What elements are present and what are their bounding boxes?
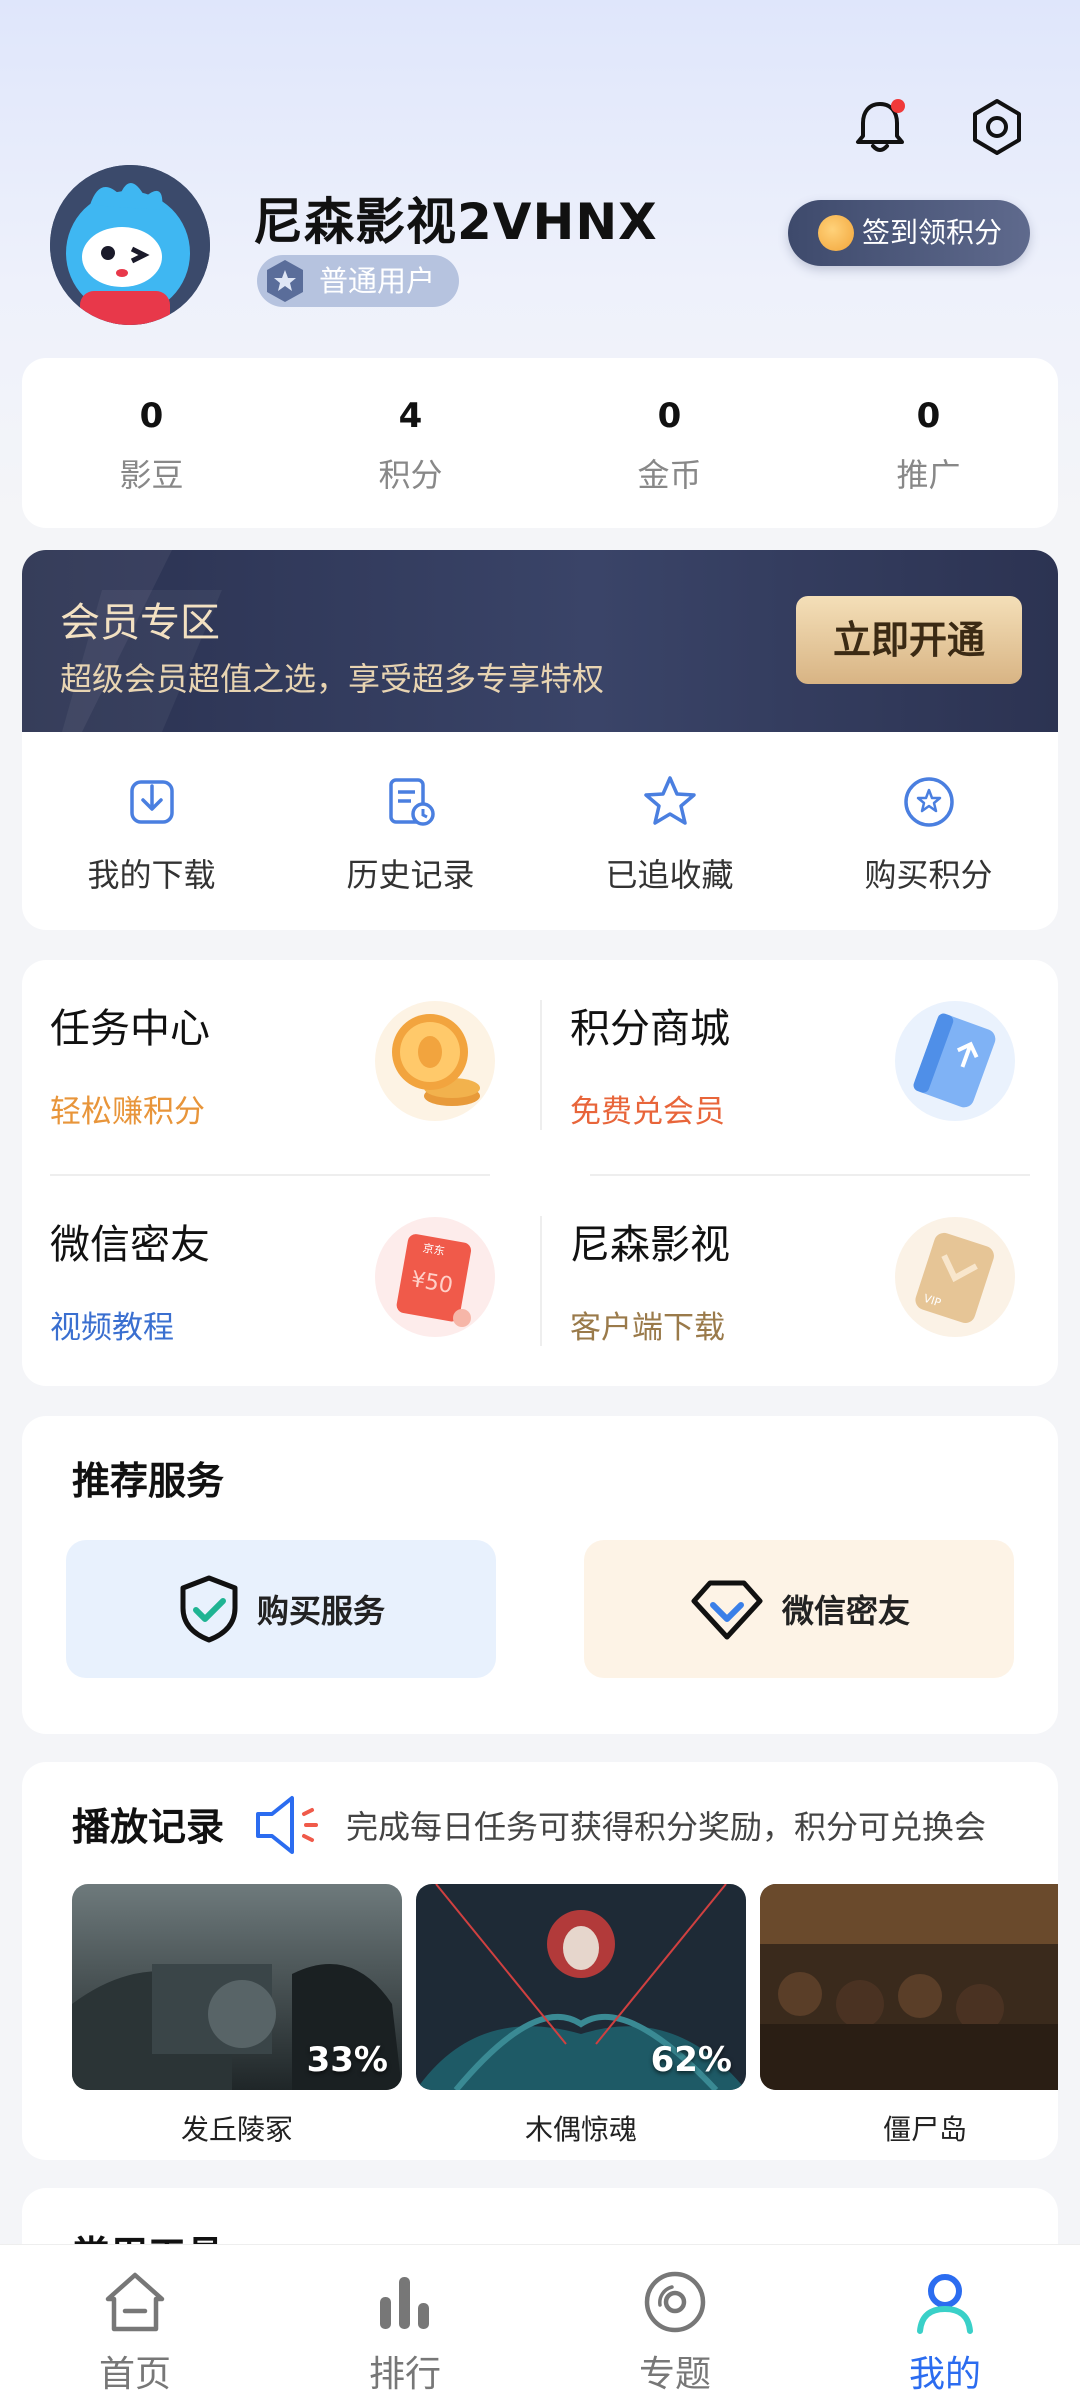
quick-label: 我的下载 (87, 856, 216, 894)
quick-history[interactable]: 历史记录 (281, 732, 540, 930)
home-icon (105, 2272, 165, 2332)
wechat-friend-tutorial[interactable]: 微信密友 视频教程 京东 ¥50 (22, 1176, 522, 1386)
stat-coins[interactable]: 0 金币 (540, 358, 799, 528)
user-level-badge[interactable]: 普通用户 (257, 255, 460, 307)
task-center[interactable]: 任务中心 轻松赚积分 (22, 960, 522, 1170)
nav-label: 排行 (368, 2354, 441, 2395)
progress-percent: 33% (306, 2040, 388, 2080)
service-label: 购买服务 (256, 1592, 385, 1630)
red-envelope-icon: 京东 ¥50 (375, 1217, 495, 1337)
history-title-3: 僵尸岛 (882, 2113, 967, 2146)
history-icon (388, 778, 435, 826)
bottom-nav: 首页 排行 专题 我的 (0, 2244, 1080, 2400)
stat-label: 积分 (378, 456, 443, 494)
services-card: 推荐服务 购买服务 微信密友 (22, 1416, 1058, 1734)
nav-ranking[interactable]: 排行 (270, 2245, 540, 2400)
stats-card: 0 影豆 4 积分 0 金币 0 推广 (22, 358, 1058, 528)
task-title: 积分商城 (570, 1006, 730, 1052)
shield-check-icon (180, 1575, 238, 1643)
notification-bell-icon[interactable] (845, 92, 915, 162)
stat-value: 4 (398, 396, 423, 436)
tasks-card: 任务中心 轻松赚积分 积分商城 免费兑会员 微信密友 视频教程 京东 ¥50 尼… (22, 960, 1058, 1386)
coin-icon (818, 215, 854, 251)
vip-banner[interactable]: 会员专区 超级会员超值之选，享受超多专享特权 立即开通 (22, 550, 1058, 732)
star-icon (643, 776, 696, 825)
coin-stack-icon (375, 1001, 495, 1121)
points-mall[interactable]: 积分商城 免费兑会员 (542, 960, 1042, 1170)
download-icon (129, 780, 174, 824)
progress-percent: 62% (650, 2040, 732, 2080)
nav-profile[interactable]: 我的 (810, 2245, 1080, 2400)
history-thumb-3[interactable] (760, 1884, 1058, 2090)
stat-value: 0 (139, 396, 164, 436)
avatar[interactable] (50, 165, 210, 325)
vip-card-icon: VIP (895, 1217, 1015, 1337)
star-badge-icon (267, 260, 303, 302)
history-title-2: 木偶惊魂 (524, 2113, 637, 2146)
quick-label: 历史记录 (346, 856, 475, 894)
points-icon (903, 777, 954, 827)
nav-topics[interactable]: 专题 (540, 2245, 810, 2400)
nav-home[interactable]: 首页 (0, 2245, 270, 2400)
stat-promotion[interactable]: 0 推广 (799, 358, 1058, 528)
stat-label: 影豆 (119, 456, 184, 494)
history-card: 播放记录 完成每日任务可获得积分奖励，积分可兑换会 33% 发丘陵冢 62% 木… (22, 1762, 1058, 2160)
nav-label: 专题 (638, 2354, 711, 2395)
history-title: 播放记录 (72, 1805, 225, 1849)
stat-yingdou[interactable]: 0 影豆 (22, 358, 281, 528)
settings-gear-icon[interactable] (962, 92, 1032, 162)
client-download[interactable]: 尼森影视 客户端下载 VIP (542, 1176, 1042, 1386)
diamond-icon (691, 1580, 763, 1640)
task-title: 任务中心 (50, 1006, 210, 1052)
task-subtitle: 客户端下载 (570, 1310, 725, 1346)
task-title: 尼森影视 (570, 1222, 730, 1268)
history-thumb-1[interactable]: 33% (72, 1884, 402, 2090)
profile-icon (917, 2274, 973, 2334)
quick-buy-points[interactable]: 购买积分 (799, 732, 1058, 930)
task-subtitle: 免费兑会员 (570, 1094, 725, 1130)
history-title-1: 发丘陵冢 (180, 2113, 293, 2146)
service-label: 微信密友 (781, 1592, 910, 1630)
signin-label: 签到领积分 (862, 216, 1003, 249)
poster-image (760, 1884, 1058, 2090)
history-thumb-2[interactable]: 62% (416, 1884, 746, 2090)
quick-actions: 我的下载 历史记录 已追收藏 购买积分 (22, 732, 1058, 930)
speaker-icon (256, 1796, 318, 1854)
buy-service-button[interactable]: 购买服务 (66, 1540, 496, 1678)
stat-value: 0 (916, 396, 941, 436)
vip-open-button[interactable]: 立即开通 (796, 596, 1022, 684)
stat-points[interactable]: 4 积分 (281, 358, 540, 528)
services-title: 推荐服务 (72, 1459, 225, 1503)
stat-label: 金币 (637, 456, 702, 494)
card-icon (895, 1001, 1015, 1121)
task-subtitle: 视频教程 (50, 1310, 174, 1346)
quick-label: 购买积分 (864, 856, 993, 894)
signin-button[interactable]: 签到领积分 (788, 200, 1030, 266)
disc-icon (644, 2271, 706, 2333)
vip-title: 会员专区 (60, 600, 220, 646)
vip-subtitle: 超级会员超值之选，享受超多专享特权 (60, 660, 605, 698)
quick-download[interactable]: 我的下载 (22, 732, 281, 930)
user-level-label: 普通用户 (319, 264, 436, 298)
stat-value: 0 (657, 396, 682, 436)
notice-marquee: 完成每日任务可获得积分奖励，积分可兑换会 (346, 1808, 987, 1846)
username: 尼森影视2VHNX (253, 193, 658, 251)
wechat-friend-button[interactable]: 微信密友 (584, 1540, 1014, 1678)
nav-label: 首页 (98, 2354, 171, 2395)
quick-label: 已追收藏 (605, 856, 734, 894)
ranking-icon (380, 2277, 429, 2329)
stat-label: 推广 (896, 456, 961, 494)
quick-favorites[interactable]: 已追收藏 (540, 732, 799, 930)
vip-card: 会员专区 超级会员超值之选，享受超多专享特权 立即开通 我的下载 历史记录 已追… (22, 550, 1058, 930)
grid-divider (540, 1000, 542, 1130)
task-title: 微信密友 (50, 1222, 210, 1268)
nav-label: 我的 (908, 2354, 981, 2395)
task-subtitle: 轻松赚积分 (50, 1094, 205, 1130)
